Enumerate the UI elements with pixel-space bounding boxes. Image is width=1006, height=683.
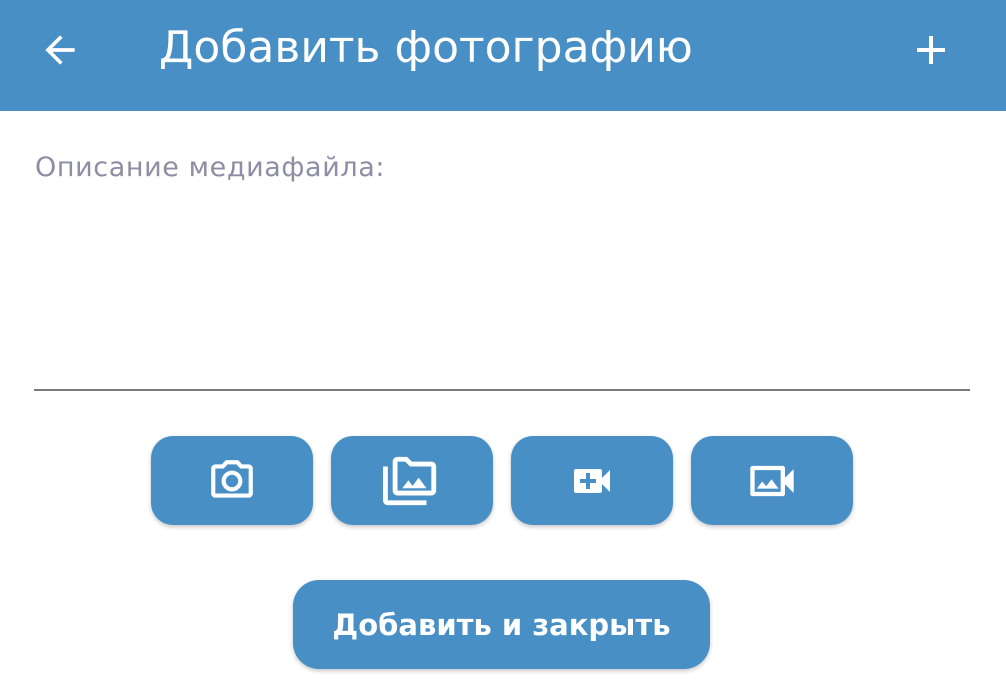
app-bar: Добавить фотографию	[0, 0, 1006, 111]
video-add-icon	[574, 468, 610, 493]
add-photo-screen: Добавить фотографию Описание медиафайла:	[0, 0, 1006, 683]
arrow-left-icon	[45, 35, 75, 65]
add-button[interactable]	[901, 20, 961, 80]
add-and-close-button[interactable]: Добавить и закрыть	[293, 580, 710, 669]
back-button[interactable]	[30, 20, 90, 80]
pick-video-button[interactable]	[691, 436, 853, 525]
take-photo-button[interactable]	[151, 436, 313, 525]
page-title: Добавить фотографию	[159, 22, 693, 73]
plus-icon	[917, 36, 945, 64]
camera-icon	[211, 459, 253, 498]
pick-photo-button[interactable]	[331, 436, 493, 525]
description-label: Описание медиафайла:	[35, 152, 386, 183]
record-video-button[interactable]	[511, 436, 673, 525]
photo-library-icon	[383, 456, 437, 505]
description-underline	[34, 389, 970, 391]
description-input[interactable]	[34, 200, 970, 388]
video-library-icon	[750, 465, 794, 496]
